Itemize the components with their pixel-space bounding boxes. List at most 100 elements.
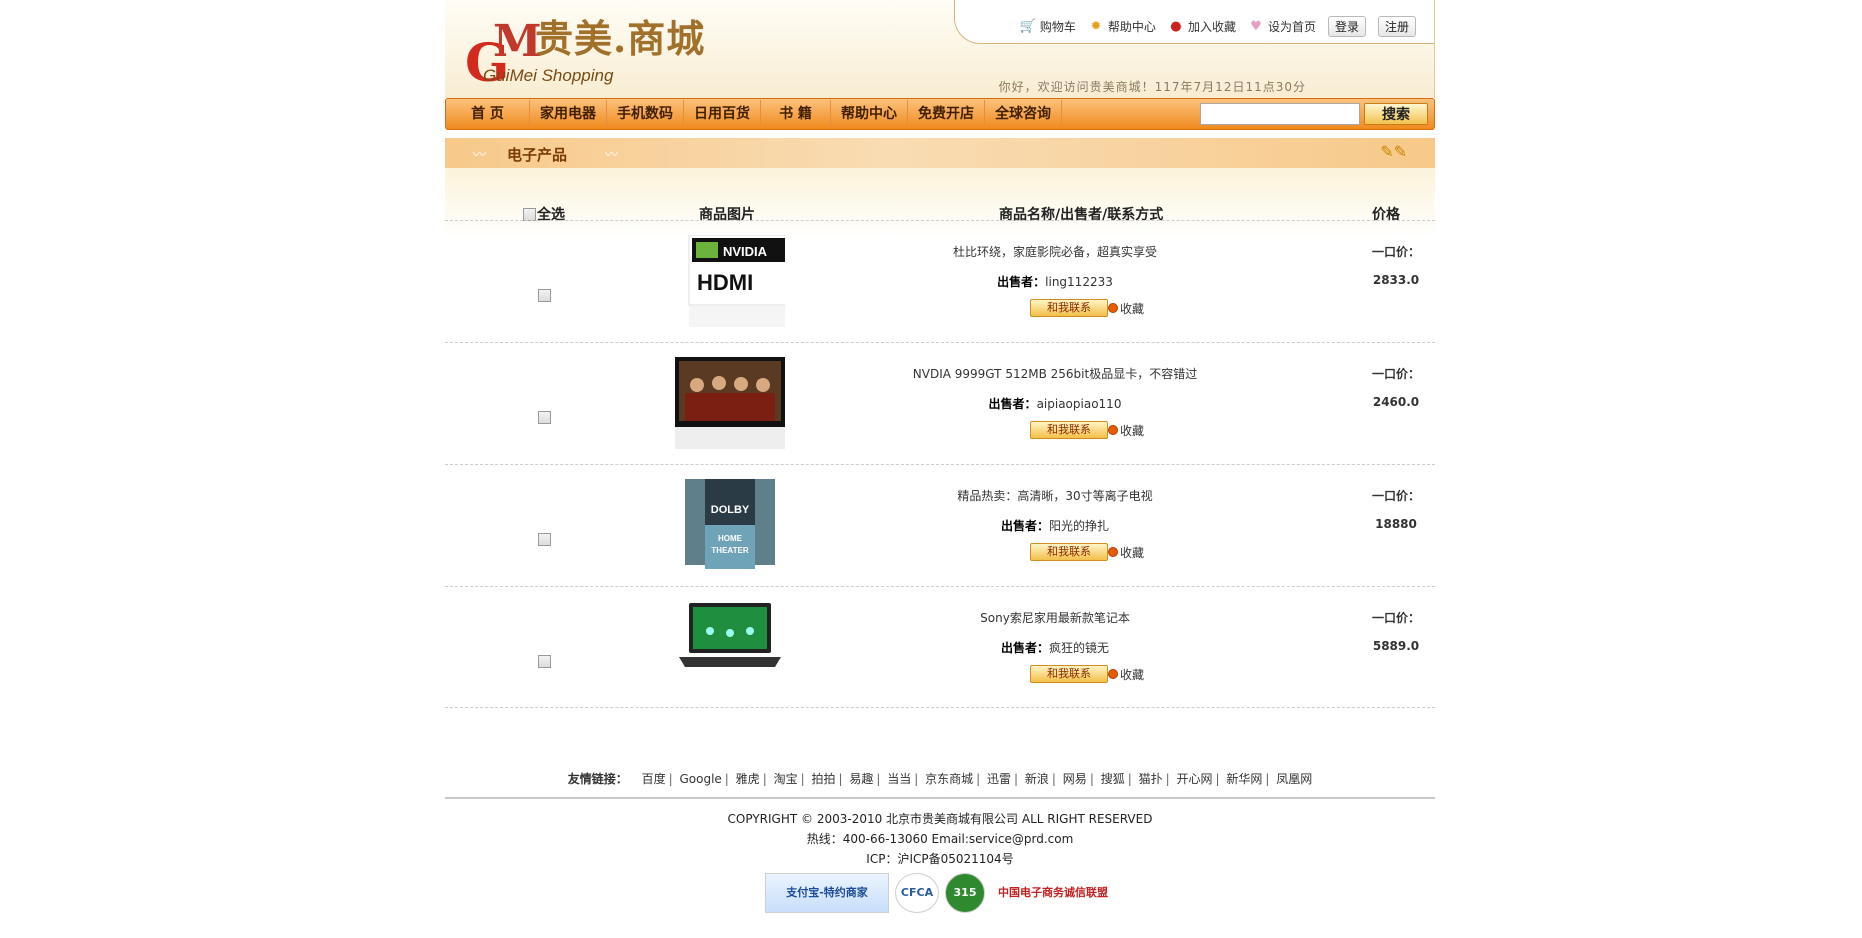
friend-link-sohu[interactable]: 搜狐 <box>1101 772 1125 786</box>
logo-en-name: GuiMei Shopping <box>483 66 614 85</box>
seller-name[interactable]: aipiaopiao110 <box>1037 397 1122 411</box>
favorite-button[interactable]: 收藏 <box>1108 544 1144 561</box>
nav-global-consult[interactable]: 全球咨询 <box>985 100 1062 128</box>
friend-link-jd[interactable]: 京东商城 <box>925 772 973 786</box>
seller-name[interactable]: ling112233 <box>1045 275 1113 289</box>
logo-cn-name: 贵美.商城 <box>535 16 706 61</box>
contact-me-button[interactable]: 和我联系 <box>1030 665 1108 683</box>
ec-alliance-badge[interactable]: 中国电子商务诚信联盟 <box>991 873 1115 913</box>
section-header: 〰 电子产品 〰 ✎✎ <box>445 138 1435 168</box>
product-name[interactable]: 精品热卖：高清晰，30寸等离子电视 <box>865 487 1245 504</box>
register-button[interactable]: 注册 <box>1377 16 1416 37</box>
friend-link-eachnet[interactable]: 易趣 <box>849 772 873 786</box>
homepage-label: 设为首页 <box>1267 20 1316 34</box>
alipay-badge[interactable]: 支付宝-特约商家 <box>765 873 889 913</box>
help-icon: ✹ <box>1090 18 1102 34</box>
decor-wave-icon: 〰 <box>605 148 619 163</box>
product-image[interactable]: NVIDIA HDMI <box>675 234 790 329</box>
friend-link-google[interactable]: Google <box>679 772 721 786</box>
decor-wave-icon: 〰 <box>473 148 487 163</box>
friend-link-netease[interactable]: 网易 <box>1063 772 1087 786</box>
favorite-icon <box>1108 303 1118 313</box>
friend-link-sina[interactable]: 新浪 <box>1025 772 1049 786</box>
contact-area: 和我联系 收藏 <box>1030 421 1144 439</box>
friend-link-mop[interactable]: 猫扑 <box>1139 772 1163 786</box>
product-name[interactable]: NVDIA 9999GT 512MB 256bit极品显卡，不容错过 <box>865 365 1245 382</box>
contact-me-button[interactable]: 和我联系 <box>1030 421 1108 439</box>
friend-links: 友情链接： 百度 | Google | 雅虎 | 淘宝 | 拍拍 | 易趣 | 当当 | 京东… <box>567 772 1313 786</box>
seller-name[interactable]: 阳光的挣扎 <box>1049 519 1109 533</box>
seller-info: 出售者：ling112233 <box>865 273 1245 290</box>
price-label: 一口价： <box>1371 367 1420 381</box>
trust-badges: 支付宝-特约商家 CFCA 315 中国电子商务诚信联盟 <box>445 873 1435 913</box>
cart-icon: 🛒 <box>1019 18 1037 34</box>
contact-me-button[interactable]: 和我联系 <box>1030 299 1108 317</box>
product-name[interactable]: 杜比环绕，家庭影院必备，超真实享受 <box>865 243 1245 260</box>
login-button[interactable]: 登录 <box>1327 16 1366 37</box>
table-row: Sony索尼家用最新款笔记本 出售者：疯狂的镜无 和我联系 收藏 一口价： 58… <box>445 586 1435 708</box>
section-title: 电子产品 <box>507 146 568 164</box>
svg-text:HDMI: HDMI <box>697 270 753 295</box>
row-checkbox[interactable] <box>538 533 551 546</box>
favorite-button[interactable]: 收藏 <box>1108 666 1144 683</box>
favorite-label: 加入收藏 <box>1187 20 1236 34</box>
favorite-button[interactable]: 收藏 <box>1108 422 1144 439</box>
favorite-button[interactable]: 收藏 <box>1108 300 1144 317</box>
product-image[interactable] <box>675 601 785 695</box>
help-center-link[interactable]: ✹ 帮助中心 <box>1088 18 1156 35</box>
add-favorite-link[interactable]: ● 加入收藏 <box>1168 18 1236 35</box>
friend-link-dangdang[interactable]: 当当 <box>887 772 911 786</box>
svg-text:NVIDIA: NVIDIA <box>723 244 768 259</box>
contact-me-button[interactable]: 和我联系 <box>1030 543 1108 561</box>
favorite-label: 收藏 <box>1120 667 1145 682</box>
friend-link-baidu[interactable]: 百度 <box>642 772 666 786</box>
product-image[interactable]: DOLBY HOME THEATER <box>675 479 785 573</box>
top-bar: 🛒 购物车 ✹ 帮助中心 ● 加入收藏 ♥ 设为首页 登录 注册 <box>954 0 1434 44</box>
cfca-badge[interactable]: CFCA <box>895 873 939 913</box>
nav-open-shop[interactable]: 免费开店 <box>908 100 985 128</box>
favorite-icon <box>1108 547 1118 557</box>
favorite-label: 收藏 <box>1120 423 1145 438</box>
friend-link-taobao[interactable]: 淘宝 <box>774 772 798 786</box>
price-value: 18880 <box>1375 517 1417 531</box>
icp-text: ICP：沪ICP备05021104号 <box>866 852 1014 866</box>
svg-text:HOME: HOME <box>718 534 743 543</box>
table-row: NVDIA 9999GT 512MB 256bit极品显卡，不容错过 出售者：a… <box>445 342 1435 464</box>
search-box: 搜索 <box>1200 103 1428 125</box>
top-links: 🛒 购物车 ✹ 帮助中心 ● 加入收藏 ♥ 设为首页 登录 注册 <box>1020 16 1416 37</box>
favorite-label: 收藏 <box>1120 301 1145 316</box>
friend-link-xinhua[interactable]: 新华网 <box>1226 772 1262 786</box>
nav-home[interactable]: 首 页 <box>446 100 530 128</box>
row-checkbox[interactable] <box>538 655 551 668</box>
row-checkbox[interactable] <box>538 411 551 424</box>
favorite-label: 收藏 <box>1120 545 1145 560</box>
help-label: 帮助中心 <box>1107 20 1156 34</box>
friend-link-ifeng[interactable]: 凤凰网 <box>1276 772 1312 786</box>
search-button[interactable]: 搜索 <box>1364 103 1428 125</box>
nav-digital[interactable]: 手机数码 <box>607 100 684 128</box>
product-image[interactable] <box>675 357 785 451</box>
row-checkbox[interactable] <box>538 289 551 302</box>
seller-info: 出售者：疯狂的镜无 <box>865 639 1245 656</box>
nav-help[interactable]: 帮助中心 <box>831 100 908 128</box>
site-logo[interactable]: GM 贵美.商城 GuiMei Shopping <box>465 18 765 90</box>
product-name[interactable]: Sony索尼家用最新款笔记本 <box>865 609 1245 626</box>
seller-label: 出售者： <box>997 275 1046 289</box>
seller-name[interactable]: 疯狂的镜无 <box>1049 641 1109 655</box>
friend-link-kaixin[interactable]: 开心网 <box>1176 772 1212 786</box>
price-label: 一口价： <box>1371 489 1420 503</box>
cart-link[interactable]: 🛒 购物车 <box>1020 18 1076 35</box>
select-all-checkbox[interactable] <box>523 207 536 221</box>
welcome-text: 你好，欢迎访问贵美商城！117年7月12日11点30分 <box>998 80 1306 94</box>
nav-appliances[interactable]: 家用电器 <box>530 100 607 128</box>
friend-link-paipai[interactable]: 拍拍 <box>811 772 835 786</box>
nav-daily[interactable]: 日用百货 <box>684 100 761 128</box>
table-header: 全选 商品图片 商品名称/出售者/联系方式 价格 <box>445 168 1435 223</box>
315-badge[interactable]: 315 <box>945 873 985 913</box>
seller-label: 出售者： <box>988 397 1037 411</box>
friend-link-yahoo[interactable]: 雅虎 <box>736 772 760 786</box>
set-homepage-link[interactable]: ♥ 设为首页 <box>1248 18 1316 35</box>
friend-link-xunlei[interactable]: 迅雷 <box>987 772 1011 786</box>
search-input[interactable] <box>1200 103 1360 125</box>
nav-books[interactable]: 书 籍 <box>761 100 831 128</box>
